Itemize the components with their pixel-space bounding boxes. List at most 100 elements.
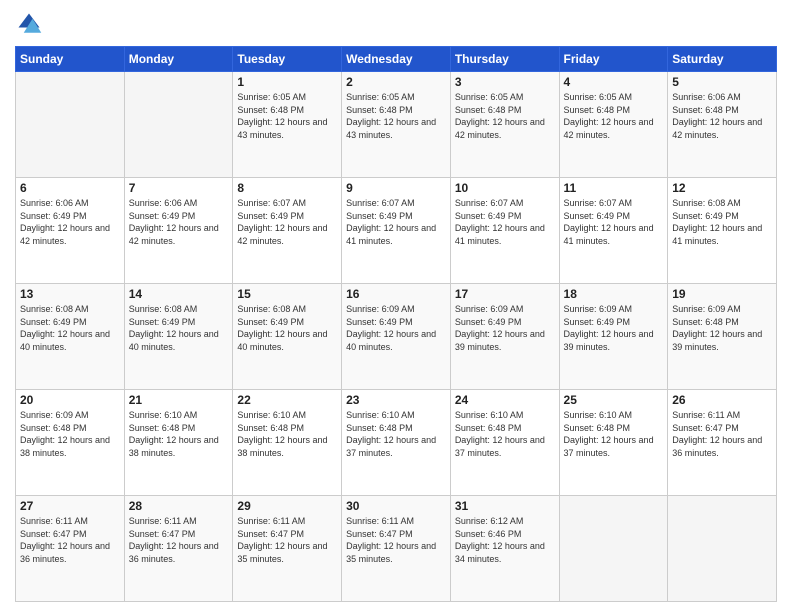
day-info: Sunrise: 6:10 AM Sunset: 6:48 PM Dayligh…: [129, 409, 229, 459]
table-row: [668, 496, 777, 602]
day-info: Sunrise: 6:06 AM Sunset: 6:49 PM Dayligh…: [20, 197, 120, 247]
table-row: 4 Sunrise: 6:05 AM Sunset: 6:48 PM Daylig…: [559, 72, 668, 178]
day-number: 4: [564, 75, 664, 89]
table-row: 9 Sunrise: 6:07 AM Sunset: 6:49 PM Daylig…: [342, 178, 451, 284]
day-number: 20: [20, 393, 120, 407]
day-info: Sunrise: 6:09 AM Sunset: 6:48 PM Dayligh…: [20, 409, 120, 459]
day-number: 31: [455, 499, 555, 513]
day-info: Sunrise: 6:05 AM Sunset: 6:48 PM Dayligh…: [346, 91, 446, 141]
table-row: 12Sunrise: 6:08 AM Sunset: 6:49 PM Dayli…: [668, 178, 777, 284]
day-info: Sunrise: 6:10 AM Sunset: 6:48 PM Dayligh…: [237, 409, 337, 459]
calendar-week-row: 13 Sunrise: 6:08 AM Sunset: 6:49 PM Dayli…: [16, 284, 777, 390]
day-info: Sunrise: 6:08 AM Sunset: 6:49 PM Dayligh…: [237, 303, 337, 353]
day-info: Sunrise: 6:09 AM Sunset: 6:49 PM Dayligh…: [346, 303, 446, 353]
day-info: Sunrise: 6:11 AM Sunset: 6:47 PM Dayligh…: [129, 515, 229, 565]
day-number: 10: [455, 181, 555, 195]
logo-icon: [15, 10, 43, 38]
table-row: 16 Sunrise: 6:09 AM Sunset: 6:49 PM Dayli…: [342, 284, 451, 390]
day-info: Sunrise: 6:05 AM Sunset: 6:48 PM Dayligh…: [455, 91, 555, 141]
calendar-week-row: 1 Sunrise: 6:05 AM Sunset: 6:48 PM Daylig…: [16, 72, 777, 178]
day-number: 17: [455, 287, 555, 301]
table-row: 15 Sunrise: 6:08 AM Sunset: 6:49 PM Dayli…: [233, 284, 342, 390]
calendar-day-header: Saturday: [668, 47, 777, 72]
day-number: 11: [564, 181, 664, 195]
calendar-header-row: SundayMondayTuesdayWednesdayThursdayFrid…: [16, 47, 777, 72]
table-row: [124, 72, 233, 178]
day-info: Sunrise: 6:10 AM Sunset: 6:48 PM Dayligh…: [455, 409, 555, 459]
day-number: 12: [672, 181, 772, 195]
calendar-week-row: 20 Sunrise: 6:09 AM Sunset: 6:48 PM Dayli…: [16, 390, 777, 496]
calendar-day-header: Sunday: [16, 47, 125, 72]
table-row: 6 Sunrise: 6:06 AM Sunset: 6:49 PM Daylig…: [16, 178, 125, 284]
day-number: 25: [564, 393, 664, 407]
day-number: 27: [20, 499, 120, 513]
table-row: 1 Sunrise: 6:05 AM Sunset: 6:48 PM Daylig…: [233, 72, 342, 178]
table-row: 20 Sunrise: 6:09 AM Sunset: 6:48 PM Dayli…: [16, 390, 125, 496]
day-info: Sunrise: 6:12 AM Sunset: 6:46 PM Dayligh…: [455, 515, 555, 565]
table-row: 27 Sunrise: 6:11 AM Sunset: 6:47 PM Dayli…: [16, 496, 125, 602]
calendar-day-header: Tuesday: [233, 47, 342, 72]
table-row: 2 Sunrise: 6:05 AM Sunset: 6:48 PM Daylig…: [342, 72, 451, 178]
table-row: 5Sunrise: 6:06 AM Sunset: 6:48 PM Daylig…: [668, 72, 777, 178]
table-row: 31 Sunrise: 6:12 AM Sunset: 6:46 PM Dayli…: [450, 496, 559, 602]
table-row: 13Sunrise: 6:08 AM Sunset: 6:49 PM Dayli…: [16, 284, 125, 390]
day-info: Sunrise: 6:05 AM Sunset: 6:48 PM Dayligh…: [237, 91, 337, 141]
day-info: Sunrise: 6:11 AM Sunset: 6:47 PM Dayligh…: [20, 515, 120, 565]
page: SundayMondayTuesdayWednesdayThursdayFrid…: [0, 0, 792, 612]
day-number: 6: [20, 181, 120, 195]
table-row: 30 Sunrise: 6:11 AM Sunset: 6:47 PM Dayli…: [342, 496, 451, 602]
day-number: 5: [672, 75, 772, 89]
table-row: 26 Sunrise: 6:11 AM Sunset: 6:47 PM Dayli…: [668, 390, 777, 496]
day-number: 29: [237, 499, 337, 513]
day-number: 15: [237, 287, 337, 301]
table-row: 8Sunrise: 6:07 AM Sunset: 6:49 PM Daylig…: [233, 178, 342, 284]
day-info: Sunrise: 6:05 AM Sunset: 6:48 PM Dayligh…: [564, 91, 664, 141]
day-info: Sunrise: 6:09 AM Sunset: 6:49 PM Dayligh…: [564, 303, 664, 353]
table-row: 23 Sunrise: 6:10 AM Sunset: 6:48 PM Dayli…: [342, 390, 451, 496]
day-info: Sunrise: 6:11 AM Sunset: 6:47 PM Dayligh…: [672, 409, 772, 459]
day-info: Sunrise: 6:11 AM Sunset: 6:47 PM Dayligh…: [346, 515, 446, 565]
day-info: Sunrise: 6:08 AM Sunset: 6:49 PM Dayligh…: [129, 303, 229, 353]
table-row: 22Sunrise: 6:10 AM Sunset: 6:48 PM Dayli…: [233, 390, 342, 496]
table-row: 19Sunrise: 6:09 AM Sunset: 6:48 PM Dayli…: [668, 284, 777, 390]
day-number: 3: [455, 75, 555, 89]
header: [15, 10, 777, 38]
day-info: Sunrise: 6:11 AM Sunset: 6:47 PM Dayligh…: [237, 515, 337, 565]
day-number: 13: [20, 287, 120, 301]
day-number: 21: [129, 393, 229, 407]
day-info: Sunrise: 6:07 AM Sunset: 6:49 PM Dayligh…: [564, 197, 664, 247]
table-row: 14Sunrise: 6:08 AM Sunset: 6:49 PM Dayli…: [124, 284, 233, 390]
day-number: 23: [346, 393, 446, 407]
day-number: 2: [346, 75, 446, 89]
table-row: 18Sunrise: 6:09 AM Sunset: 6:49 PM Dayli…: [559, 284, 668, 390]
calendar-day-header: Wednesday: [342, 47, 451, 72]
calendar-week-row: 27 Sunrise: 6:11 AM Sunset: 6:47 PM Dayli…: [16, 496, 777, 602]
day-info: Sunrise: 6:10 AM Sunset: 6:48 PM Dayligh…: [564, 409, 664, 459]
table-row: 10 Sunrise: 6:07 AM Sunset: 6:49 PM Dayli…: [450, 178, 559, 284]
day-number: 7: [129, 181, 229, 195]
day-number: 24: [455, 393, 555, 407]
table-row: 7Sunrise: 6:06 AM Sunset: 6:49 PM Daylig…: [124, 178, 233, 284]
day-number: 26: [672, 393, 772, 407]
table-row: [559, 496, 668, 602]
day-info: Sunrise: 6:09 AM Sunset: 6:49 PM Dayligh…: [455, 303, 555, 353]
calendar-day-header: Monday: [124, 47, 233, 72]
calendar-day-header: Thursday: [450, 47, 559, 72]
logo: [15, 10, 47, 38]
calendar-week-row: 6 Sunrise: 6:06 AM Sunset: 6:49 PM Daylig…: [16, 178, 777, 284]
table-row: 24 Sunrise: 6:10 AM Sunset: 6:48 PM Dayli…: [450, 390, 559, 496]
day-info: Sunrise: 6:07 AM Sunset: 6:49 PM Dayligh…: [455, 197, 555, 247]
day-number: 16: [346, 287, 446, 301]
day-info: Sunrise: 6:10 AM Sunset: 6:48 PM Dayligh…: [346, 409, 446, 459]
day-number: 28: [129, 499, 229, 513]
table-row: 21 Sunrise: 6:10 AM Sunset: 6:48 PM Dayli…: [124, 390, 233, 496]
table-row: 25 Sunrise: 6:10 AM Sunset: 6:48 PM Dayli…: [559, 390, 668, 496]
day-number: 1: [237, 75, 337, 89]
day-info: Sunrise: 6:07 AM Sunset: 6:49 PM Dayligh…: [346, 197, 446, 247]
day-number: 8: [237, 181, 337, 195]
table-row: 3 Sunrise: 6:05 AM Sunset: 6:48 PM Daylig…: [450, 72, 559, 178]
day-number: 19: [672, 287, 772, 301]
day-number: 9: [346, 181, 446, 195]
day-number: 30: [346, 499, 446, 513]
table-row: 29 Sunrise: 6:11 AM Sunset: 6:47 PM Dayli…: [233, 496, 342, 602]
